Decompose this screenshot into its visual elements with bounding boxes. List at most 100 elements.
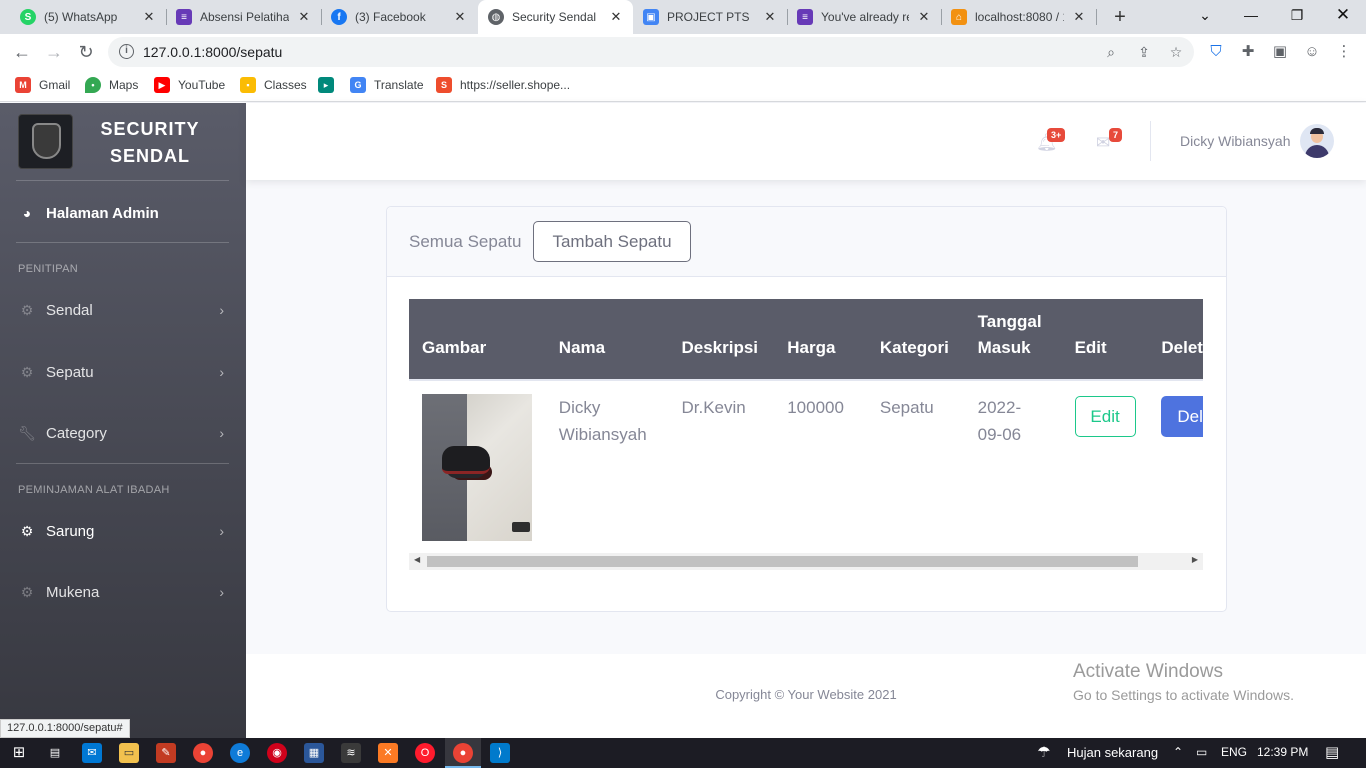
sidebar-item-sarung[interactable]: ⚙ Sarung › [0,516,246,546]
zoom-icon[interactable]: ⌕ [1102,43,1120,61]
weather-text[interactable]: Hujan sekarang [1067,745,1158,760]
bookmarks-bar: M Gmail • Maps ▶ YouTube ▪ Classes ▸ G T… [0,70,1366,102]
bookmark-shopee[interactable]: S https://seller.shope... [436,77,570,93]
close-icon[interactable]: ✕ [453,9,467,25]
scroll-left-arrow-icon[interactable]: ◀ [414,555,420,564]
language-indicator[interactable]: ENG [1221,745,1247,759]
minimize-button[interactable]: — [1228,0,1274,30]
side-panel-icon[interactable]: ▣ [1271,43,1289,61]
sidebar-heading-peminjaman: PEMINJAMAN ALAT IBADAH [18,484,170,496]
sidebar-item-halaman-admin[interactable]: ◕ Halaman Admin [0,198,246,228]
clock-time[interactable]: 12:39 PM [1257,745,1308,759]
close-window-button[interactable]: ✕ [1320,0,1366,30]
url-text[interactable]: 127.0.0.1:8000/sepatu [143,44,282,60]
close-icon[interactable]: ✕ [917,9,931,25]
column-header-gambar: Gambar [409,299,546,381]
paint-icon[interactable]: ✎ [156,743,176,763]
edge-icon[interactable]: e [230,743,250,763]
tab-forms-response[interactable]: ≡ You've already re ✕ [787,0,941,34]
card-header: Semua Sepatu Tambah Sepatu [387,207,1226,277]
card-title: Semua Sepatu [409,232,522,251]
tab-security-sendal[interactable]: ◍ Security Sendal ✕ [478,0,633,34]
profile-avatar-icon[interactable]: ☺ [1303,43,1321,61]
alerts-badge: 3+ [1047,128,1066,142]
windows-start-icon[interactable]: ⊞ [9,743,29,763]
brand-name-line1: SECURITY [100,119,200,139]
close-icon[interactable]: ✕ [142,9,156,25]
sidebar-item-sepatu[interactable]: ⚙ Sepatu › [0,357,246,387]
restore-button[interactable]: ❐ [1274,0,1320,30]
share-icon[interactable]: ⇪ [1135,43,1153,61]
tab-facebook[interactable]: f (3) Facebook ✕ [321,0,477,34]
cell-tanggal-masuk: 2022-09-06 [977,398,1022,444]
weather-rain-icon[interactable]: ☂ [1034,743,1054,763]
activate-windows-watermark: Activate Windows Go to Settings to activ… [1073,661,1294,703]
battery-icon[interactable]: ▭ [1196,745,1207,759]
delete-button[interactable]: Delete [1161,396,1203,437]
tab-project-pts[interactable]: ▣ PROJECT PTS ✕ [633,0,787,34]
translate-icon: G [350,77,366,93]
bookmark-meet[interactable]: ▸ [318,77,342,93]
media-app-icon[interactable]: ◉ [267,743,287,763]
shield-extension-icon[interactable]: ⛉ [1207,43,1225,61]
tab-whatsapp[interactable]: S (5) WhatsApp ✕ [0,0,166,34]
extensions-puzzle-icon[interactable]: ✚ [1239,43,1257,61]
menu-kebab-icon[interactable]: ⋮ [1335,43,1353,61]
vscode-icon[interactable]: ⟩ [490,743,510,763]
close-icon[interactable]: ✕ [609,9,623,25]
bookmark-star-icon[interactable]: ☆ [1167,43,1185,61]
chevron-up-icon[interactable]: ⌃ [1173,745,1183,759]
bookmark-translate[interactable]: G Translate [350,77,424,93]
mail-icon[interactable]: ✉ [82,743,102,763]
task-view-icon[interactable]: ▤ [45,743,65,763]
avatar[interactable] [1300,124,1334,158]
user-name[interactable]: Dicky Wibiansyah [1180,133,1290,149]
address-bar[interactable]: i 127.0.0.1:8000/sepatu ⌕ ⇪ ☆ [108,37,1194,67]
file-explorer-icon[interactable]: ▭ [119,743,139,763]
sidebar-item-category[interactable]: 🔧︎ Category › [0,418,246,448]
phpmyadmin-icon: ⌂ [951,9,967,25]
notification-icon[interactable]: ▤ [1325,743,1339,761]
column-header-kategori: Kategori [866,299,965,381]
scroll-right-arrow-icon[interactable]: ▶ [1192,555,1198,564]
chevron-right-icon: › [219,425,224,441]
forward-button[interactable]: → [42,40,66,64]
bookmark-gmail[interactable]: M Gmail [15,77,70,93]
horizontal-scrollbar[interactable]: ◀ ▶ [409,553,1203,570]
close-icon[interactable]: ✕ [763,9,777,25]
tab-search-button[interactable]: ⌄ [1182,0,1228,30]
wrench-icon: 🔧︎ [18,424,36,441]
edit-button[interactable]: Edit [1074,396,1136,437]
sidebar-item-sendal[interactable]: ⚙ Sendal › [0,295,246,325]
reload-button[interactable]: ↻ [74,40,98,64]
site-info-icon[interactable]: i [119,44,134,59]
tab-absensi-pelatihan[interactable]: ≡ Absensi Pelatihan ✕ [166,0,321,34]
scrollbar-thumb[interactable] [427,556,1138,567]
close-icon[interactable]: ✕ [297,9,311,25]
xampp-icon[interactable]: ✕ [378,743,398,763]
brand-logo [18,114,73,169]
cell-edit: Edit [1062,380,1149,551]
sidebar-item-mukena[interactable]: ⚙ Mukena › [0,577,246,607]
opera-icon[interactable]: O [415,743,435,763]
column-header-deskripsi: Deskripsi [668,299,775,381]
bookmark-classes[interactable]: ▪ Classes [240,77,307,93]
calculator-icon[interactable]: ▦ [304,743,324,763]
bookmark-youtube[interactable]: ▶ YouTube [154,77,225,93]
tachometer-icon: ◕ [22,205,32,221]
sidebar-brand[interactable]: SECURITY SENDAL [0,103,246,181]
table-row: Dicky Wibiansyah Dr.Kevin 100000 Sepatu … [409,380,1203,551]
tambah-sepatu-button[interactable]: Tambah Sepatu [533,221,691,262]
back-button[interactable]: ← [10,40,34,64]
column-header-edit: Edit [1061,299,1149,381]
chrome-icon[interactable]: ● [193,743,213,763]
sublime-text-icon[interactable]: ≋ [341,743,361,763]
bookmark-maps[interactable]: • Maps [85,77,138,93]
tab-phpmyadmin[interactable]: ⌂ localhost:8080 / 1 ✕ [941,0,1096,34]
whatsapp-icon: S [20,9,36,25]
close-icon[interactable]: ✕ [1072,9,1086,25]
youtube-icon: ▶ [154,77,170,93]
chrome-active-icon[interactable]: ● [453,743,473,763]
cog-icon: ⚙ [20,301,34,318]
new-tab-button[interactable]: + [1108,4,1132,30]
